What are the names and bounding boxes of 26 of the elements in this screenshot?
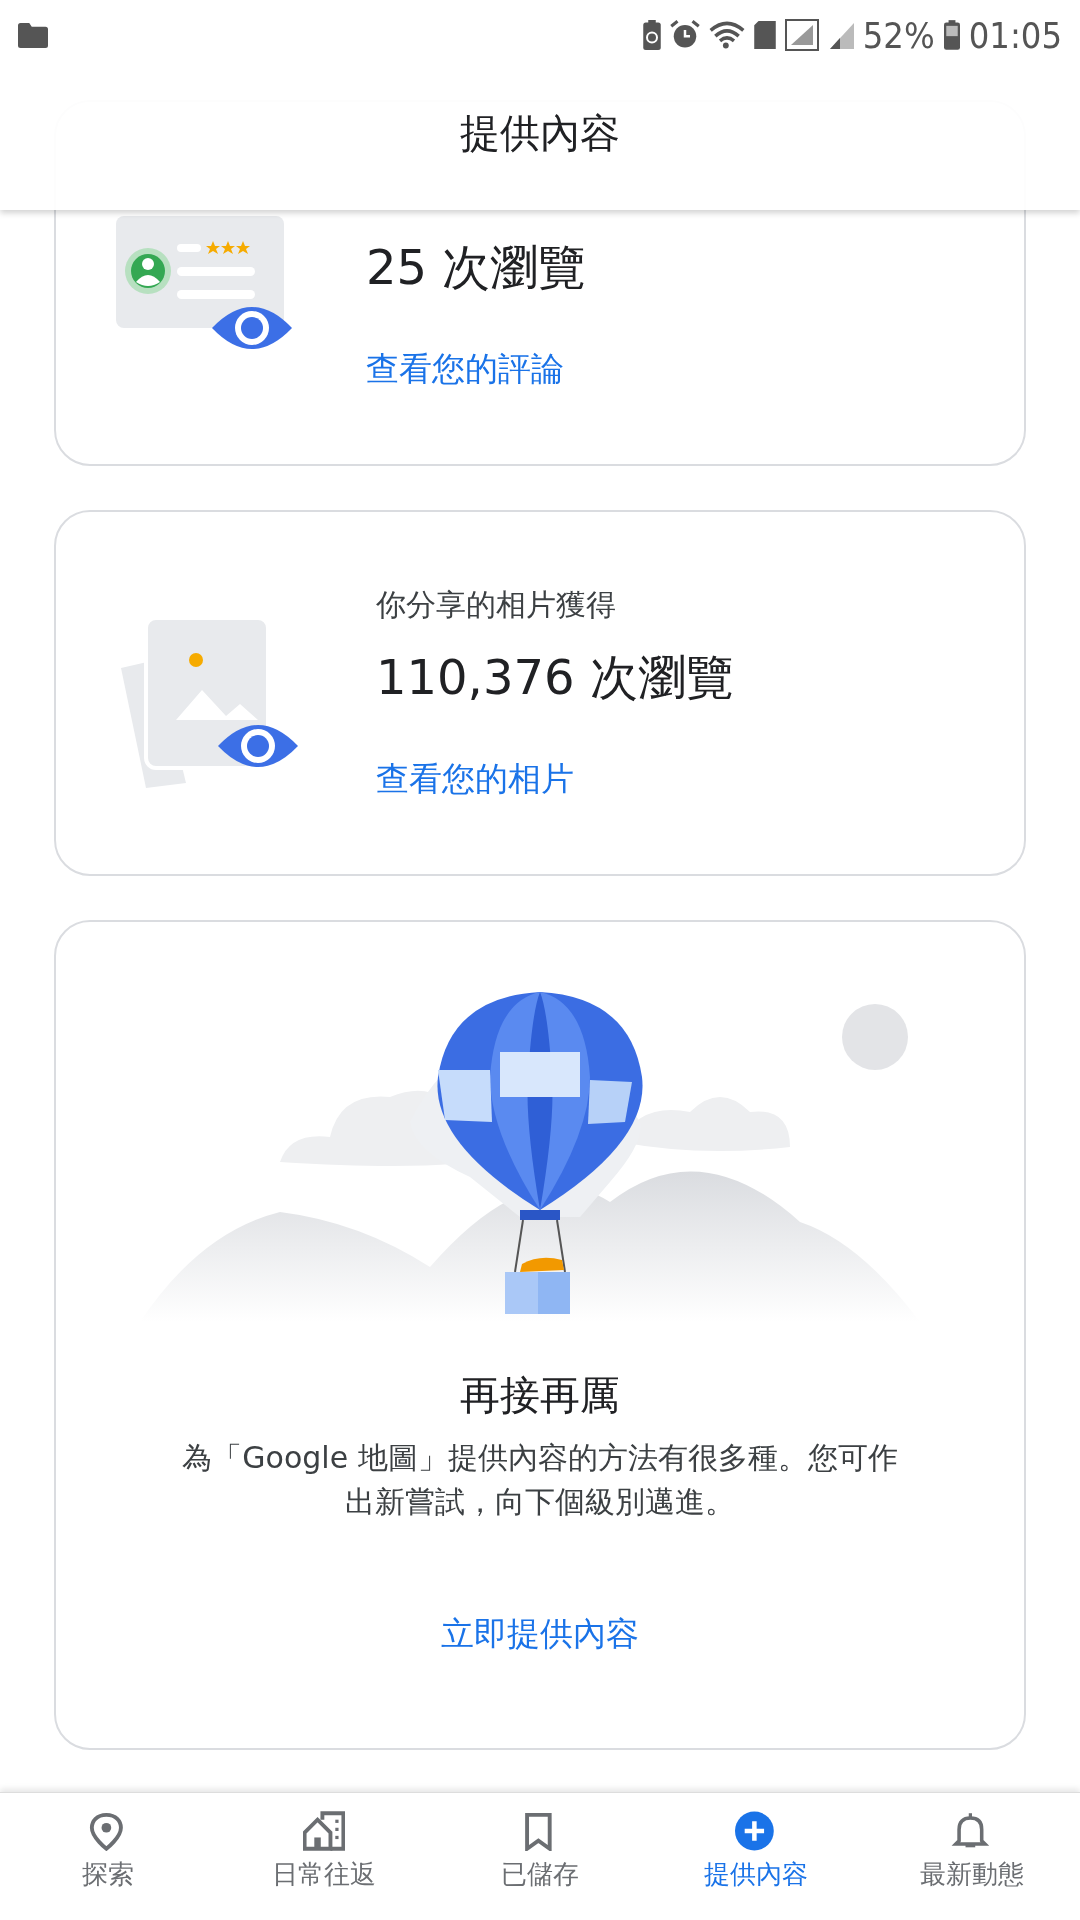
view-count: 25 次瀏覽	[366, 238, 587, 297]
sim-card-icon	[753, 21, 776, 49]
nav-tab[interactable]: 探索	[0, 1793, 216, 1920]
buildings-icon	[303, 1811, 345, 1852]
screen-title: 提供內容	[459, 109, 621, 158]
nav-tab[interactable]: 提供內容	[648, 1793, 864, 1920]
signal-icon	[827, 21, 854, 49]
folder-icon	[18, 22, 48, 48]
view-count: 110,376 次瀏覽	[376, 648, 734, 707]
battery-percent: 52%	[862, 14, 935, 56]
clock: 01:05	[968, 14, 1062, 56]
battery-saver-icon	[642, 20, 661, 50]
alarm-icon	[669, 20, 700, 50]
plus-circle-icon	[735, 1811, 777, 1852]
signal-icon	[784, 19, 819, 51]
wifi-icon	[708, 21, 745, 49]
contribute-now-link[interactable]: 立即提供內容	[441, 1612, 639, 1656]
nav-tab[interactable]: 日常往返	[216, 1793, 432, 1920]
card-link[interactable]: 查看您的評論	[366, 347, 564, 391]
stat-caption: 你分享的相片獲得	[376, 586, 616, 624]
promo-text: 為「Google 地圖」提供內容的方法有很多種。您可作出新嘗試，向下個級別邁進。	[181, 1439, 899, 1521]
battery-icon	[943, 20, 960, 50]
promo-title: 再接再厲	[460, 1371, 620, 1420]
nav-tab[interactable]: 最新動態	[864, 1793, 1080, 1920]
card-link[interactable]: 查看您的相片	[376, 757, 574, 801]
nav-tab[interactable]: 已儲存	[432, 1793, 648, 1920]
